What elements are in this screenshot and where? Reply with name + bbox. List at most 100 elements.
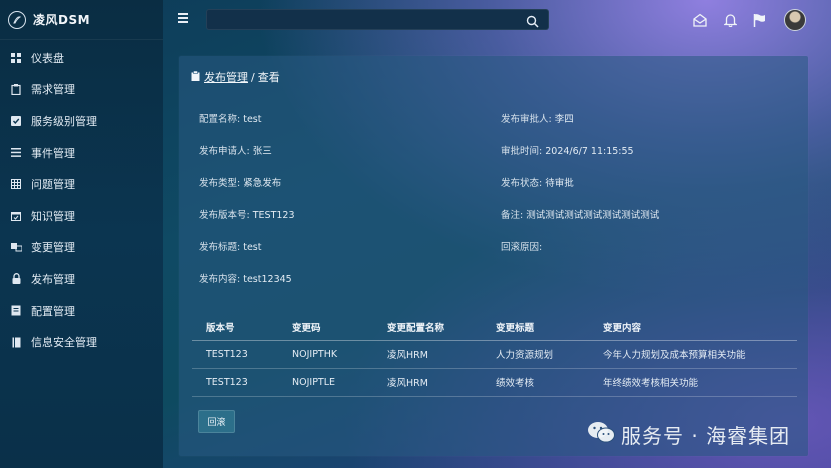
sidebar-item-change[interactable]: 变更管理 (0, 232, 163, 264)
sidebar: 凌风DSM 仪表盘 需求管理 服务级别管理 事件管理 问题管理 知识管理 变更管… (0, 0, 163, 468)
sidebar-item-release[interactable]: 发布管理 (0, 263, 163, 295)
field-approval-time: 审批时间: 2024/6/7 11:15:55 (501, 143, 634, 157)
sidebar-item-incidents[interactable]: 事件管理 (0, 137, 163, 169)
wechat-icon (587, 420, 615, 449)
column-header: 变更内容 (589, 314, 797, 341)
table-cell: 绩效考核 (482, 368, 589, 397)
rollback-button[interactable]: 回滚 (198, 410, 235, 433)
field-label: 发布内容: (199, 274, 241, 285)
sidebar-item-problems[interactable]: 问题管理 (0, 168, 163, 200)
field-status: 发布状态: 待审批 (501, 175, 574, 189)
table-cell: TEST123 (192, 368, 278, 397)
field-value: 张三 (252, 146, 272, 157)
breadcrumb: 发布管理 / 查看 (191, 69, 280, 85)
sidebar-item-label: 事件管理 (31, 146, 75, 160)
field-label: 发布审批人: (501, 114, 552, 125)
table-cell: 凌风HRM (373, 340, 482, 369)
field-remarks: 备注: 测试测试测试测试测试测试测试 (501, 207, 659, 221)
field-label: 备注: (501, 210, 524, 221)
field-value: 紧急发布 (243, 178, 282, 189)
bell-icon[interactable] (722, 12, 739, 31)
sidebar-item-label: 信息安全管理 (31, 336, 97, 350)
table-cell: 凌风HRM (373, 368, 482, 397)
book-icon (10, 337, 22, 348)
calendar-check-icon (10, 211, 22, 221)
list-icon (10, 148, 22, 157)
table-cell: NOJIPTHK (278, 340, 373, 369)
sidebar-item-dashboard[interactable]: 仪表盘 (0, 42, 163, 74)
field-value: test (243, 114, 262, 125)
breadcrumb-link-release[interactable]: 发布管理 (204, 69, 248, 85)
field-label: 回滚原因: (501, 242, 543, 253)
breadcrumb-separator: / (251, 70, 255, 84)
sidebar-item-label: 需求管理 (31, 83, 75, 97)
field-label: 发布类型: (199, 178, 241, 189)
sidebar-item-configuration[interactable]: 配置管理 (0, 295, 163, 327)
sidebar-item-requirements[interactable]: 需求管理 (0, 74, 163, 106)
breadcrumb-current: 查看 (257, 71, 280, 84)
grid-icon (10, 179, 22, 190)
field-applicant: 发布申请人: 张三 (199, 143, 272, 157)
field-label: 发布标题: (199, 242, 241, 253)
sidebar-item-service-level[interactable]: 服务级别管理 (0, 105, 163, 137)
sidebar-item-label: 变更管理 (31, 241, 75, 255)
field-content: 发布内容: test12345 (199, 271, 292, 285)
table-cell: 人力资源规划 (482, 340, 589, 369)
field-label: 发布申请人: (199, 146, 250, 157)
sidebar-item-label: 知识管理 (31, 209, 75, 223)
field-release-type: 发布类型: 紧急发布 (199, 175, 281, 189)
field-value: 测试测试测试测试测试测试测试 (526, 210, 660, 221)
topbar-icons (163, 0, 831, 40)
field-approver: 发布审批人: 李四 (501, 111, 574, 125)
field-value: 李四 (554, 114, 574, 125)
mail-open-icon[interactable] (693, 12, 707, 31)
check-square-icon (10, 115, 22, 126)
field-rollback-reason: 回滚原因: (501, 239, 542, 253)
sidebar-item-label: 服务级别管理 (31, 114, 97, 128)
topbar (163, 0, 831, 40)
sidebar-nav: 仪表盘 需求管理 服务级别管理 事件管理 问题管理 知识管理 变更管理 发布管理… (0, 40, 163, 358)
field-label: 审批时间: (501, 146, 543, 157)
release-detail-card: 发布管理 / 查看 配置名称: test 发布申请人: 张三 发布类型: 紧急发… (179, 56, 808, 456)
column-header: 变更配置名称 (373, 314, 482, 341)
brand[interactable]: 凌风DSM (0, 0, 163, 40)
clipboard-icon (10, 83, 22, 95)
sidebar-item-label: 配置管理 (31, 304, 75, 318)
field-version: 发布版本号: TEST123 (199, 207, 295, 221)
field-value: TEST123 (252, 210, 295, 221)
dashboard-icon (10, 52, 22, 63)
change-table: 版本号 变更码 变更配置名称 变更标题 变更内容 TEST123 NOJIPTH… (192, 314, 797, 397)
table-cell: 年终绩效考核相关功能 (589, 368, 797, 397)
lock-icon (10, 273, 22, 285)
flag-icon[interactable] (753, 12, 766, 31)
table-row[interactable]: TEST123 NOJIPTLE 凌风HRM 绩效考核 年终绩效考核相关功能 (192, 368, 797, 397)
sidebar-item-label: 发布管理 (31, 272, 75, 286)
table-cell: NOJIPTLE (278, 368, 373, 397)
clipboard-icon (191, 70, 200, 84)
field-label: 发布版本号: (199, 210, 250, 221)
sidebar-item-label: 问题管理 (31, 178, 75, 192)
field-config-name: 配置名称: test (199, 111, 261, 125)
sidebar-item-label: 仪表盘 (31, 51, 64, 65)
field-value: test12345 (243, 274, 292, 285)
field-title: 发布标题: test (199, 239, 261, 253)
column-header: 版本号 (192, 314, 278, 341)
brand-logo-icon (8, 10, 26, 29)
column-header: 变更码 (278, 314, 373, 341)
field-value: 2024/6/7 11:15:55 (545, 146, 634, 157)
sidebar-item-knowledge[interactable]: 知识管理 (0, 200, 163, 232)
column-header: 变更标题 (482, 314, 589, 341)
watermark-text: 服务号 · 海睿集团 (621, 424, 791, 448)
sidebar-item-infosec[interactable]: 信息安全管理 (0, 326, 163, 358)
swap-icon (10, 242, 22, 252)
user-avatar[interactable] (784, 9, 806, 31)
field-value: test (243, 242, 262, 253)
field-value: 待审批 (545, 178, 574, 189)
watermark: 服务号 · 海睿集团 (587, 420, 790, 449)
field-label: 配置名称: (199, 114, 241, 125)
brand-name: 凌风DSM (33, 13, 91, 27)
table-cell: 今年人力规划及成本预算相关功能 (589, 340, 797, 369)
table-header-row: 版本号 变更码 变更配置名称 变更标题 变更内容 (192, 314, 797, 341)
field-label: 发布状态: (501, 178, 543, 189)
table-row[interactable]: TEST123 NOJIPTHK 凌风HRM 人力资源规划 今年人力规划及成本预… (192, 340, 797, 369)
